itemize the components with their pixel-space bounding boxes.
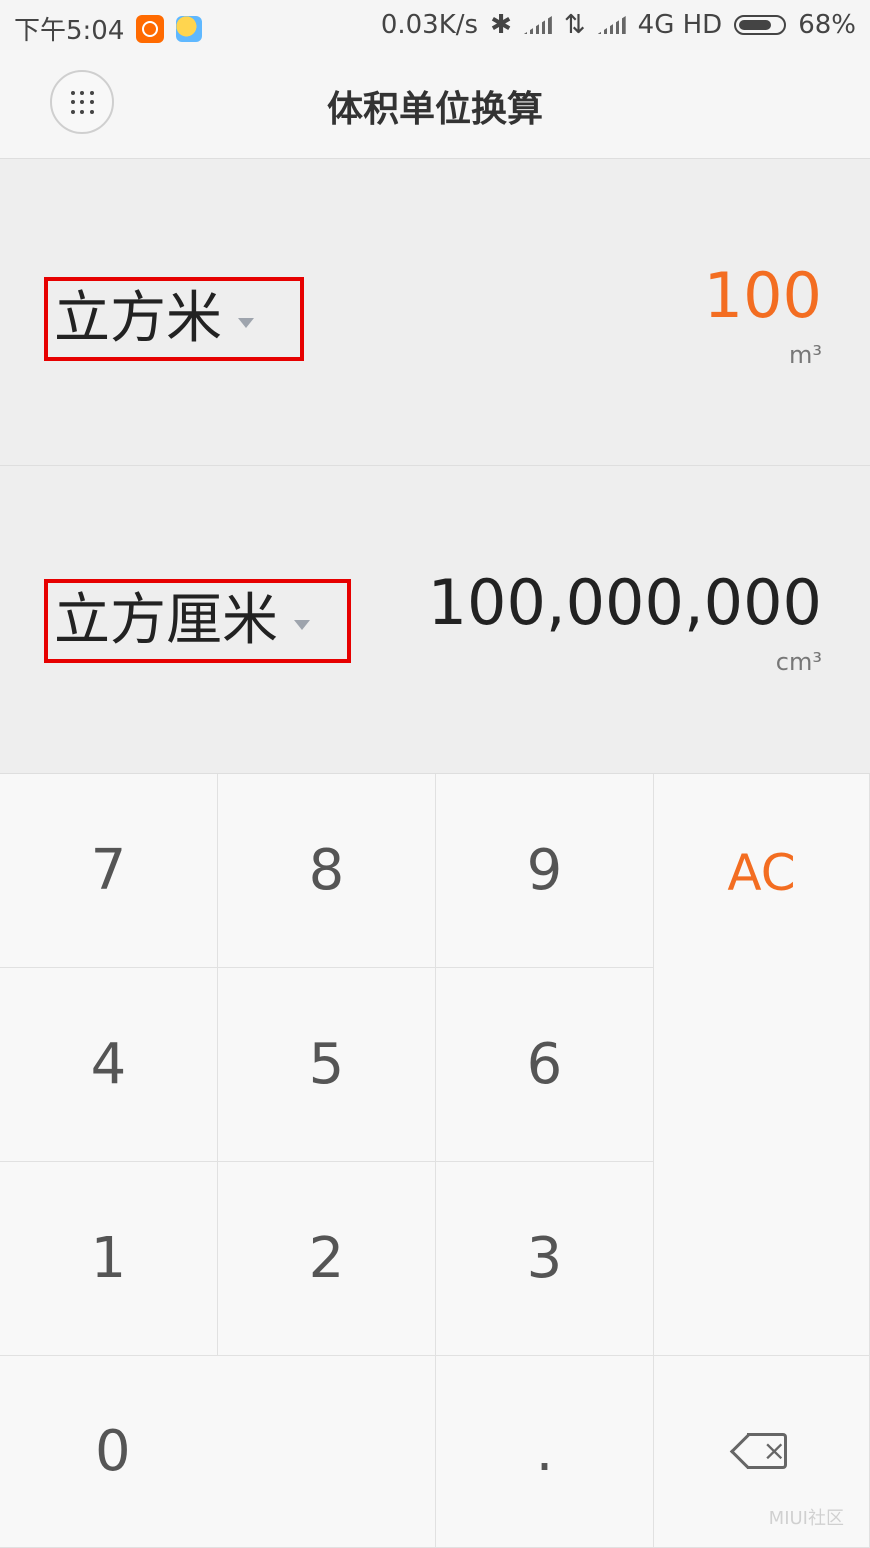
caret-down-icon bbox=[238, 318, 254, 328]
gift-icon bbox=[176, 15, 203, 42]
key-4[interactable]: 4 bbox=[0, 968, 218, 1162]
key-9[interactable]: 9 bbox=[436, 774, 654, 968]
bluetooth-icon: ✱ bbox=[490, 10, 512, 40]
from-unit-symbol: m³ bbox=[789, 341, 822, 369]
status-left: 下午5:04 bbox=[14, 10, 203, 47]
ac-button[interactable]: AC bbox=[654, 774, 870, 1356]
to-unit-panel: 立方厘米 100,000,000 cm³ bbox=[0, 466, 870, 774]
to-unit-label: 立方厘米 bbox=[54, 588, 278, 653]
mi-app-icon bbox=[136, 14, 165, 43]
key-8[interactable]: 8 bbox=[218, 774, 436, 968]
network-type: 4G HD bbox=[637, 10, 723, 40]
key-6[interactable]: 6 bbox=[436, 968, 654, 1162]
to-unit-symbol: cm³ bbox=[775, 648, 822, 676]
app-header: 体积单位换算 bbox=[0, 50, 870, 159]
caret-down-icon bbox=[294, 620, 310, 630]
network-speed: 0.03K/s bbox=[380, 10, 479, 40]
status-right: 0.03K/s ✱ ⇅ 4G HD 68% bbox=[381, 10, 856, 40]
keypad: 7 8 9 AC 4 5 6 1 2 3 0 . × MIUI社区 bbox=[0, 774, 870, 1548]
status-bar: 下午5:04 0.03K/s ✱ ⇅ 4G HD 68% bbox=[0, 0, 870, 50]
key-7[interactable]: 7 bbox=[0, 774, 218, 968]
to-value: 100,000,000 bbox=[427, 566, 822, 639]
key-3[interactable]: 3 bbox=[436, 1162, 654, 1356]
from-unit-label: 立方米 bbox=[54, 286, 222, 351]
battery-percent: 68% bbox=[798, 10, 856, 40]
key-2[interactable]: 2 bbox=[218, 1162, 436, 1356]
key-1[interactable]: 1 bbox=[0, 1162, 218, 1356]
key-dot[interactable]: . bbox=[436, 1356, 654, 1548]
from-unit-panel: 立方米 100 m³ bbox=[0, 159, 870, 466]
backspace-icon: × bbox=[735, 1432, 789, 1471]
page-title: 体积单位换算 bbox=[326, 89, 543, 130]
data-transfer-icon: ⇅ bbox=[563, 10, 586, 40]
battery-icon bbox=[734, 15, 787, 35]
watermark: MIUI社区 bbox=[768, 1508, 844, 1529]
key-5[interactable]: 5 bbox=[218, 968, 436, 1162]
to-unit-selector[interactable]: 立方厘米 bbox=[44, 579, 351, 663]
from-unit-selector[interactable]: 立方米 bbox=[44, 277, 304, 361]
status-time: 下午5:04 bbox=[14, 16, 125, 46]
from-value: 100 bbox=[703, 259, 822, 332]
key-0[interactable]: 0 bbox=[0, 1356, 436, 1548]
signal-icon-secondary bbox=[598, 16, 626, 34]
signal-icon bbox=[524, 16, 552, 34]
